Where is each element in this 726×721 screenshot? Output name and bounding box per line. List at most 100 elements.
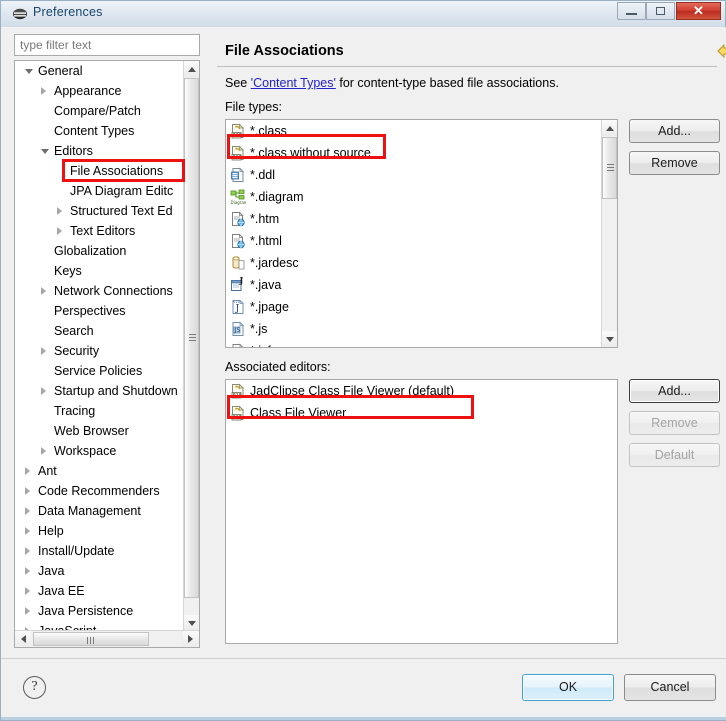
chevron-right-icon[interactable] [41,287,46,295]
scrollbar-thumb[interactable] [602,137,617,199]
arrow-down-icon [188,621,196,626]
filter-input-text: type filter text [20,38,92,52]
tree-item-tracing[interactable]: Tracing [15,401,185,421]
associated-editors-list[interactable]: 010 JadClipse Class File Viewer (default)… [225,379,618,644]
tree-item-structured-text-ed[interactable]: Structured Text Ed [15,201,185,221]
svg-text:010: 010 [233,393,242,399]
svg-text:J: J [239,277,244,285]
tree-item-label: Help [38,524,64,538]
file-types-list[interactable]: 010 *.class 010 *.class without source *.ddl… [225,119,618,348]
scroll-left-button[interactable] [15,631,31,646]
associated-editor-row[interactable]: 010 Class File Viewer [226,402,617,424]
scroll-right-button[interactable] [183,631,199,646]
file-type-row[interactable]: 010 *.class [226,120,617,142]
tree-item-code-recommenders[interactable]: Code Recommenders [15,481,185,501]
tree-item-ant[interactable]: Ant [15,461,185,481]
maximize-button[interactable] [646,2,675,20]
tree-item-install-update[interactable]: Install/Update [15,541,185,561]
tree-item-workspace[interactable]: Workspace [15,441,185,461]
tree-item-java[interactable]: Java [15,561,185,581]
tree-horizontal-scrollbar[interactable] [15,630,199,647]
tree-item-perspectives[interactable]: Perspectives [15,301,185,321]
tree-item-network-connections[interactable]: Network Connections [15,281,185,301]
tree-vertical-scrollbar[interactable] [183,61,199,631]
chevron-right-icon[interactable] [25,467,30,475]
chevron-down-icon[interactable] [41,149,49,154]
chevron-right-icon[interactable] [41,387,46,395]
tree-item-general[interactable]: General [15,61,185,81]
chevron-right-icon[interactable] [57,207,62,215]
chevron-down-icon[interactable] [25,69,33,74]
minimize-button[interactable] [617,2,646,20]
scroll-up-button[interactable] [602,120,617,136]
chevron-right-icon[interactable] [25,487,30,495]
file-type-row[interactable]: 010 *.class without source [226,142,617,164]
editors-default-button: Default [629,443,720,467]
chevron-right-icon[interactable] [57,227,62,235]
tree-item-help[interactable]: Help [15,521,185,541]
file-type-label: *.html [250,234,282,248]
tree-item-jpa-diagram-editc[interactable]: JPA Diagram Editc [15,181,185,201]
tree-item-web-browser[interactable]: Web Browser [15,421,185,441]
close-button[interactable]: ✕ [676,2,721,20]
chevron-right-icon[interactable] [25,567,30,575]
file-type-row[interactable]: *.jsf [226,340,617,347]
chevron-right-icon[interactable] [25,507,30,515]
scrollbar-thumb[interactable] [33,632,149,646]
chevron-right-icon[interactable] [25,527,30,535]
ok-button[interactable]: OK [522,674,614,701]
help-icon[interactable]: ? [23,676,46,699]
scroll-up-button[interactable] [184,61,199,77]
tree-item-startup-and-shutdown[interactable]: Startup and Shutdown [15,381,185,401]
tree-item-java-ee[interactable]: Java EE [15,581,185,601]
tree-item-service-policies[interactable]: Service Policies [15,361,185,381]
file-type-row[interactable]: *.html [226,230,617,252]
file-types-remove-button[interactable]: Remove [629,151,720,175]
tree-item-label: Content Types [54,124,135,138]
preferences-tree[interactable]: General Appearance Compare/Patch Content Ty… [14,60,200,648]
file-type-row[interactable]: Diagram *.diagram [226,186,617,208]
associated-editor-row[interactable]: 010 JadClipse Class File Viewer (default) [226,380,617,402]
file-type-row[interactable]: JS *.js [226,318,617,340]
tree-item-text-editors[interactable]: Text Editors [15,221,185,241]
file-type-row[interactable]: J *.jpage [226,296,617,318]
file-type-row[interactable]: *.ddl [226,164,617,186]
editors-remove-button: Remove [629,411,720,435]
grip-icon [87,637,95,644]
svg-text:Diagram: Diagram [231,200,247,205]
tree-item-compare-patch[interactable]: Compare/Patch [15,101,185,121]
arrow-right-icon [188,635,193,643]
tree-item-content-types[interactable]: Content Types [15,121,185,141]
tree-item-file-associations[interactable]: File Associations [15,161,185,181]
chevron-right-icon[interactable] [25,607,30,615]
tree-item-java-persistence[interactable]: Java Persistence [15,601,185,621]
associated-editors-rows: 010 JadClipse Class File Viewer (default)… [226,380,617,424]
filter-input[interactable]: type filter text [14,34,200,56]
tree-item-globalization[interactable]: Globalization [15,241,185,261]
file-types-scrollbar[interactable] [601,120,617,347]
scroll-down-button[interactable] [602,331,617,347]
content-types-link[interactable]: 'Content Types' [251,76,336,90]
editors-add-button[interactable]: Add... [629,379,720,403]
tree-item-data-management[interactable]: Data Management [15,501,185,521]
chevron-right-icon[interactable] [41,447,46,455]
tree-item-search[interactable]: Search [15,321,185,341]
back-arrow-icon[interactable] [717,43,726,59]
file-type-row[interactable]: *.htm [226,208,617,230]
arrow-up-icon [188,67,196,72]
file-type-row[interactable]: J *.java [226,274,617,296]
scroll-down-button[interactable] [184,615,199,631]
file-type-row[interactable]: *.jardesc [226,252,617,274]
tree-item-editors[interactable]: Editors [15,141,185,161]
chevron-right-icon[interactable] [25,547,30,555]
tree-item-label: Keys [54,264,82,278]
chevron-right-icon[interactable] [25,587,30,595]
cancel-button[interactable]: Cancel [624,674,716,701]
scrollbar-thumb[interactable] [184,78,199,598]
tree-item-keys[interactable]: Keys [15,261,185,281]
file-types-add-button[interactable]: Add... [629,119,720,143]
tree-item-security[interactable]: Security [15,341,185,361]
chevron-right-icon[interactable] [41,347,46,355]
tree-item-appearance[interactable]: Appearance [15,81,185,101]
chevron-right-icon[interactable] [41,87,46,95]
